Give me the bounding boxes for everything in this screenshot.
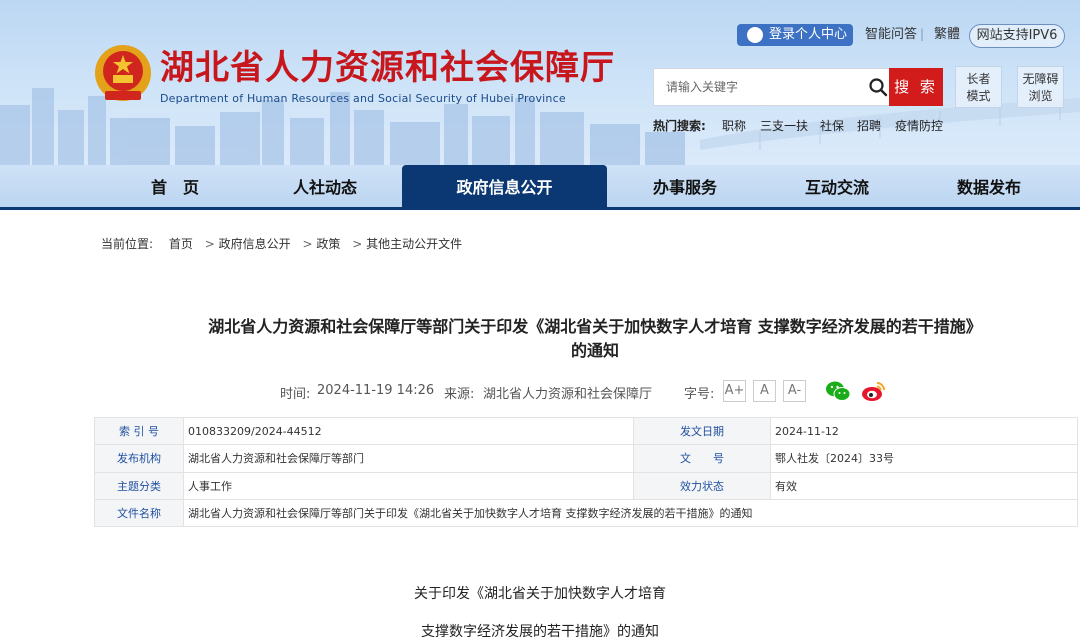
login-label: 登录个人中心	[769, 27, 848, 42]
wechat-icon[interactable]	[825, 379, 851, 403]
search-box	[653, 68, 890, 106]
nav-item-interaction[interactable]: 互动交流	[762, 165, 912, 210]
nav-item-data[interactable]: 数据发布	[914, 165, 1064, 210]
file-name-value: 湖北省人力资源和社会保障厅等部门关于印发《湖北省关于加快数字人才培育 支撑数字经…	[183, 498, 1078, 528]
index-value: 010833209/2024-44512	[183, 416, 634, 446]
page: 湖北省人力资源和社会保障厅 Department of Human Resour…	[0, 0, 1080, 644]
main-nav: 首 页 人社动态 政府信息公开 办事服务 互动交流 数据发布	[0, 165, 1080, 210]
font-decrease-button[interactable]: A-	[783, 380, 806, 402]
elder-mode-line2: 模式	[966, 89, 991, 103]
article-title-line2: 的通知	[570, 341, 619, 360]
doc-no-label: 文 号	[633, 444, 771, 473]
font-increase-button[interactable]: A+	[723, 380, 746, 402]
file-name-label: 文件名称	[94, 498, 184, 528]
login-button[interactable]: 登录个人中心	[737, 24, 853, 46]
nav-item-services[interactable]: 办事服务	[610, 165, 760, 210]
topic-value: 人事工作	[183, 471, 634, 500]
date-value: 2024-11-12	[770, 416, 1078, 446]
accessible-mode-button[interactable]: 无障碍 浏览	[1017, 66, 1064, 108]
table-row: 文件名称 湖北省人力资源和社会保障厅等部门关于印发《湖北省关于加快数字人才培育 …	[94, 498, 1078, 528]
elder-mode-button[interactable]: 长者 模式	[955, 66, 1002, 108]
table-row: 发布机构 湖北省人力资源和社会保障厅等部门 文 号 鄂人社发〔2024〕33号	[94, 444, 1078, 473]
body-heading-line1: 关于印发《湖北省关于加快数字人才培育	[414, 586, 666, 602]
site-title: 湖北省人力资源和社会保障厅	[160, 48, 615, 88]
site-subtitle: Department of Human Resources and Social…	[160, 92, 566, 105]
breadcrumb-item[interactable]: 首页	[169, 237, 193, 251]
breadcrumb-separator: >	[204, 237, 215, 251]
source-value: 湖北省人力资源和社会保障厅	[483, 387, 653, 402]
search-input[interactable]	[666, 69, 856, 105]
breadcrumb-item[interactable]: 其他主动公开文件	[366, 237, 462, 251]
table-row: 主题分类 人事工作 效力状态 有效	[94, 471, 1078, 500]
issuer-label: 发布机构	[94, 444, 184, 473]
smart-qa-link[interactable]: 智能问答	[865, 26, 917, 44]
weibo-icon[interactable]	[861, 379, 887, 403]
hot-search-item[interactable]: 三支一扶	[760, 117, 808, 134]
elder-mode-line1: 长者	[966, 72, 991, 86]
hot-search-item[interactable]: 招聘	[857, 117, 881, 134]
search-icon[interactable]	[868, 77, 888, 97]
user-icon	[747, 27, 763, 43]
breadcrumb-separator: >	[352, 237, 363, 251]
ipv6-badge[interactable]: 网站支持IPV6	[969, 24, 1065, 48]
index-label: 索 引 号	[94, 416, 184, 446]
nav-item-home[interactable]: 首 页	[100, 165, 250, 210]
nav-item-gov-info[interactable]: 政府信息公开	[402, 165, 607, 210]
search-button[interactable]: 搜 索	[889, 68, 943, 106]
nav-item-news[interactable]: 人社动态	[250, 165, 400, 210]
table-row: 索 引 号 010833209/2024-44512 发文日期 2024-11-…	[94, 416, 1078, 446]
article-title-line1: 湖北省人力资源和社会保障厅等部门关于印发《湖北省关于加快数字人才培育 支撑数字经…	[208, 317, 982, 336]
doc-no-value: 鄂人社发〔2024〕33号	[770, 444, 1078, 473]
topic-label: 主题分类	[94, 471, 184, 500]
breadcrumb: 当前位置: 首页 > 政府信息公开 > 政策 > 其他主动公开文件	[101, 235, 462, 252]
hot-search-item[interactable]: 职称	[722, 117, 746, 134]
issuer-value: 湖北省人力资源和社会保障厅等部门	[183, 444, 634, 473]
font-size-label: 字号:	[684, 387, 715, 402]
emblem-icon	[95, 45, 151, 101]
link-separator: |	[920, 27, 925, 41]
document-info-table: 索 引 号 010833209/2024-44512 发文日期 2024-11-…	[94, 416, 1078, 528]
accessible-mode-line2: 浏览	[1028, 89, 1053, 103]
accessible-mode-line1: 无障碍	[1022, 72, 1059, 86]
source-label: 来源:	[444, 387, 475, 402]
time-label: 时间:	[280, 387, 311, 402]
hot-search-label: 热门搜索:	[653, 119, 706, 133]
article-title: 湖北省人力资源和社会保障厅等部门关于印发《湖北省关于加快数字人才培育 支撑数字经…	[120, 315, 1070, 363]
status-value: 有效	[770, 471, 1078, 500]
traditional-chinese-link[interactable]: 繁體	[934, 26, 960, 44]
breadcrumb-label: 当前位置:	[101, 237, 154, 251]
body-heading-line2: 支撑数字经济发展的若干措施》的通知	[421, 624, 659, 640]
breadcrumb-separator: >	[302, 237, 313, 251]
time-value: 2024-11-19 14:26	[317, 383, 435, 398]
status-label: 效力状态	[633, 471, 771, 500]
site-header: 湖北省人力资源和社会保障厅 Department of Human Resour…	[0, 0, 1080, 165]
date-label: 发文日期	[633, 416, 771, 446]
breadcrumb-item[interactable]: 政府信息公开	[219, 237, 291, 251]
hot-search-item[interactable]: 疫情防控	[895, 117, 943, 134]
hot-search-item[interactable]: 社保	[820, 117, 844, 134]
breadcrumb-item[interactable]: 政策	[316, 237, 340, 251]
font-reset-button[interactable]: A	[753, 380, 776, 402]
